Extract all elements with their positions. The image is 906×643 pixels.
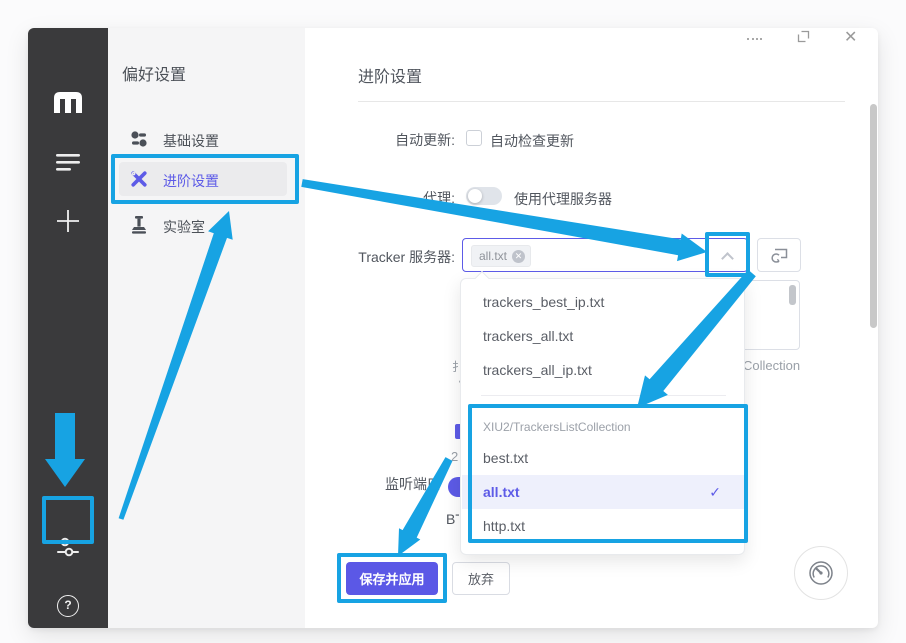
hint-fragment-number: 2 [451,449,458,464]
basic-settings-icon [130,130,148,148]
discard-button[interactable]: 放弃 [452,562,510,595]
minimize-icon[interactable] [747,38,762,40]
proxy-toggle[interactable] [466,187,502,205]
tag-remove-icon[interactable]: ✕ [512,250,525,263]
close-icon[interactable]: ✕ [844,27,857,47]
motrix-logo [28,91,108,113]
sidebar-title: 偏好设置 [122,61,186,85]
sync-icon [769,247,789,263]
sidebar-item-lab[interactable]: 实验室 [163,217,205,237]
proxy-label: 代理: [350,188,455,208]
auto-check-update-checkbox-label[interactable]: 自动检查更新 [490,131,574,151]
dropdown-item[interactable]: trackers_best_ip.txt [462,285,745,319]
window-scrollbar[interactable] [870,104,877,328]
bt-fragment: BT [446,511,459,527]
settings-sidebar [108,28,305,628]
advanced-settings-icon [130,170,148,188]
dropdown-item[interactable]: trackers_all.txt [462,319,745,353]
dropdown-item[interactable]: http.txt [462,509,745,543]
toggle-knob [468,189,482,203]
page-title: 进阶设置 [358,63,422,87]
tracker-server-label: Tracker 服务器: [336,247,455,267]
textarea-scrollbar[interactable] [789,285,796,305]
dropdown-item[interactable]: best.txt [462,441,745,475]
speed-limit-button[interactable] [794,546,848,600]
save-apply-button[interactable]: 保存并应用 [346,562,438,595]
lab-icon [131,216,147,234]
sync-tracker-button[interactable] [757,238,801,272]
listen-port-label: 监听端口 [385,474,441,494]
dropdown-group-label: XIU2/TrackersListCollection [483,419,631,435]
dropdown-item-selected[interactable]: all.txt ✓ [462,475,745,509]
speedometer-icon [807,559,835,587]
check-icon: ✓ [709,475,721,509]
tracker-tag-label: all.txt [479,249,507,263]
dropdown-separator [481,395,726,396]
proxy-toggle-label: 使用代理服务器 [514,189,612,209]
tracker-tag: all.txt ✕ [471,245,531,267]
auto-check-update-checkbox[interactable] [466,130,482,146]
sidebar-item-basic-settings[interactable]: 基础设置 [163,131,219,151]
maximize-icon[interactable] [797,30,810,43]
title-divider [358,101,845,102]
auto-update-label: 自动更新: [350,130,455,150]
task-list-icon[interactable] [28,154,108,171]
dropdown-item[interactable]: trackers_all_ip.txt [462,353,745,387]
tracker-server-select[interactable]: all.txt ✕ [462,238,748,272]
hint-fragment-collection: Collection [743,358,800,373]
nav-rail: ? [28,28,108,628]
tracker-dropdown: trackers_best_ip.txt trackers_all.txt tr… [460,278,745,555]
add-task-icon[interactable] [28,209,108,233]
help-icon[interactable]: ? [28,595,108,617]
sidebar-item-advanced-settings-label[interactable]: 进阶设置 [163,171,219,191]
preferences-icon[interactable] [28,534,108,560]
